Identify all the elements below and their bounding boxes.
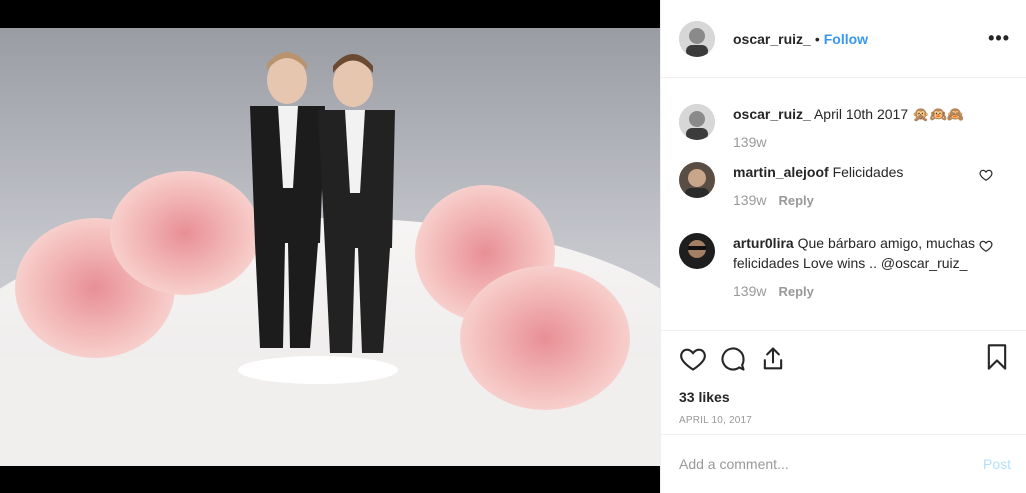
likes-count[interactable]: 33 likes — [679, 389, 1011, 405]
comment-icon[interactable] — [719, 345, 747, 373]
separator-dot: • — [814, 30, 820, 47]
post-date[interactable]: April 10, 2017 — [679, 415, 1011, 426]
commenter-avatar[interactable] — [679, 162, 715, 198]
commenter-avatar[interactable] — [679, 233, 715, 269]
comment-time[interactable]: 139w — [733, 283, 766, 299]
add-comment-bar: Post — [661, 434, 1026, 493]
commenter-avatar[interactable] — [679, 104, 715, 140]
heart-icon[interactable] — [679, 345, 707, 373]
reply-button[interactable]: Reply — [778, 284, 813, 299]
bookmark-icon[interactable] — [983, 343, 1011, 371]
post-comment-button[interactable]: Post — [983, 456, 1011, 472]
comment-time[interactable]: 139w — [733, 192, 766, 208]
comment-username[interactable]: oscar_ruiz_ — [733, 106, 811, 122]
comment-time[interactable]: 139w — [733, 134, 766, 150]
post-photo[interactable] — [0, 28, 660, 466]
like-comment-icon[interactable] — [979, 239, 993, 253]
action-icons — [679, 343, 1011, 375]
comments-list[interactable]: oscar_ruiz_ April 10th 2017 🙊🙉🙈 139w mar… — [661, 78, 1026, 330]
comment-body: artur0lira Que bárbaro amigo, muchas fel… — [733, 233, 983, 302]
like-comment-icon[interactable] — [979, 168, 993, 182]
post-side-panel: oscar_ruiz_ • Follow ••• oscar_ruiz_ Apr… — [660, 0, 1026, 493]
comment-item: artur0lira Que bárbaro amigo, muchas fel… — [679, 233, 1011, 302]
caption-item: oscar_ruiz_ April 10th 2017 🙊🙉🙈 139w — [679, 104, 1011, 152]
post-actions: 33 likes April 10, 2017 — [661, 330, 1026, 434]
post-media — [0, 0, 660, 493]
comment-body: oscar_ruiz_ April 10th 2017 🙊🙉🙈 139w — [733, 104, 983, 152]
comment-input[interactable] — [679, 456, 983, 472]
wedding-cake-image — [0, 28, 660, 466]
follow-button[interactable]: Follow — [824, 31, 868, 47]
more-options-icon[interactable]: ••• — [988, 28, 1010, 49]
post-header: oscar_ruiz_ • Follow ••• — [661, 0, 1026, 78]
comment-body: martin_alejoof Felicidades 139w Reply — [733, 162, 983, 211]
share-icon[interactable] — [759, 345, 787, 373]
comment-text: Felicidades — [832, 164, 904, 180]
reply-button[interactable]: Reply — [778, 193, 813, 208]
author-username[interactable]: oscar_ruiz_ — [733, 31, 811, 47]
comment-username[interactable]: artur0lira — [733, 235, 794, 251]
author-avatar[interactable] — [679, 20, 715, 57]
comment-item: martin_alejoof Felicidades 139w Reply — [679, 162, 1011, 211]
comment-text: April 10th 2017 🙊🙉🙈 — [813, 106, 965, 122]
comment-username[interactable]: martin_alejoof — [733, 164, 829, 180]
